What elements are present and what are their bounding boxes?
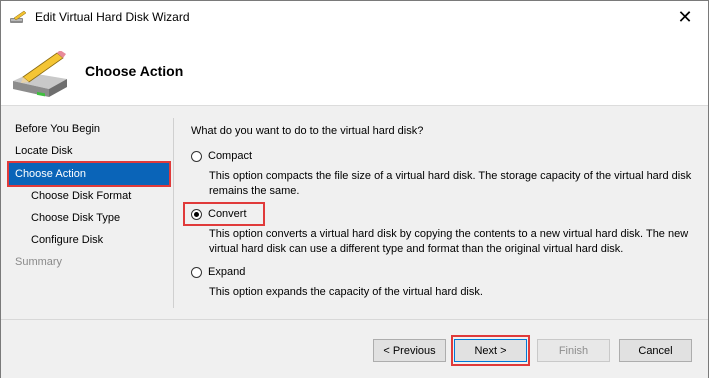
close-icon: ✕ xyxy=(677,6,693,27)
compact-label: Compact xyxy=(208,150,253,162)
finish-button: Finish xyxy=(537,339,610,362)
nav-step-before-you-begin[interactable]: Before You Begin xyxy=(9,118,100,140)
window-title: Edit Virtual Hard Disk Wizard xyxy=(35,10,190,24)
wizard-window: Edit Virtual Hard Disk Wizard ✕ Choose A… xyxy=(0,0,709,378)
title-bar: Edit Virtual Hard Disk Wizard ✕ xyxy=(1,1,708,33)
cancel-button[interactable]: Cancel xyxy=(619,339,692,362)
compact-description: This option compacts the file size of a … xyxy=(209,170,692,197)
wizard-steps-nav: Before You Begin Locate Disk Choose Acti… xyxy=(7,118,174,308)
wizard-header: Choose Action xyxy=(1,33,708,106)
wizard-body: Before You Begin Locate Disk Choose Acti… xyxy=(1,106,708,319)
compact-radio[interactable] xyxy=(191,150,202,162)
convert-highlight-box xyxy=(183,202,265,226)
wizard-footer: < Previous Next > Finish Cancel xyxy=(1,319,708,378)
nav-step-choose-disk-type[interactable]: Choose Disk Type xyxy=(9,207,120,229)
nav-step-summary: Summary xyxy=(15,256,63,268)
disk-pencil-icon xyxy=(9,9,27,25)
nav-step-choose-action[interactable]: Choose Action xyxy=(7,161,171,187)
question-text: What do you want to do to the virtual ha… xyxy=(191,125,424,137)
action-panel: What do you want to do to the virtual ha… xyxy=(189,118,699,314)
nav-step-configure-disk[interactable]: Configure Disk xyxy=(9,229,103,251)
disk-pencil-icon xyxy=(9,50,75,99)
nav-step-choose-disk-format[interactable]: Choose Disk Format xyxy=(9,185,131,207)
next-button[interactable]: Next > xyxy=(454,339,527,362)
expand-description: This option expands the capacity of the … xyxy=(209,286,483,298)
page-title: Choose Action xyxy=(85,63,184,79)
expand-option[interactable]: Expand xyxy=(189,262,245,282)
expand-label: Expand xyxy=(208,266,246,278)
compact-option[interactable]: Compact xyxy=(189,146,252,166)
previous-button[interactable]: < Previous xyxy=(373,339,446,362)
close-button[interactable]: ✕ xyxy=(662,1,708,33)
nav-step-locate-disk[interactable]: Locate Disk xyxy=(9,140,72,162)
convert-description: This option converts a virtual hard disk… xyxy=(209,228,689,255)
expand-radio[interactable] xyxy=(191,266,202,278)
